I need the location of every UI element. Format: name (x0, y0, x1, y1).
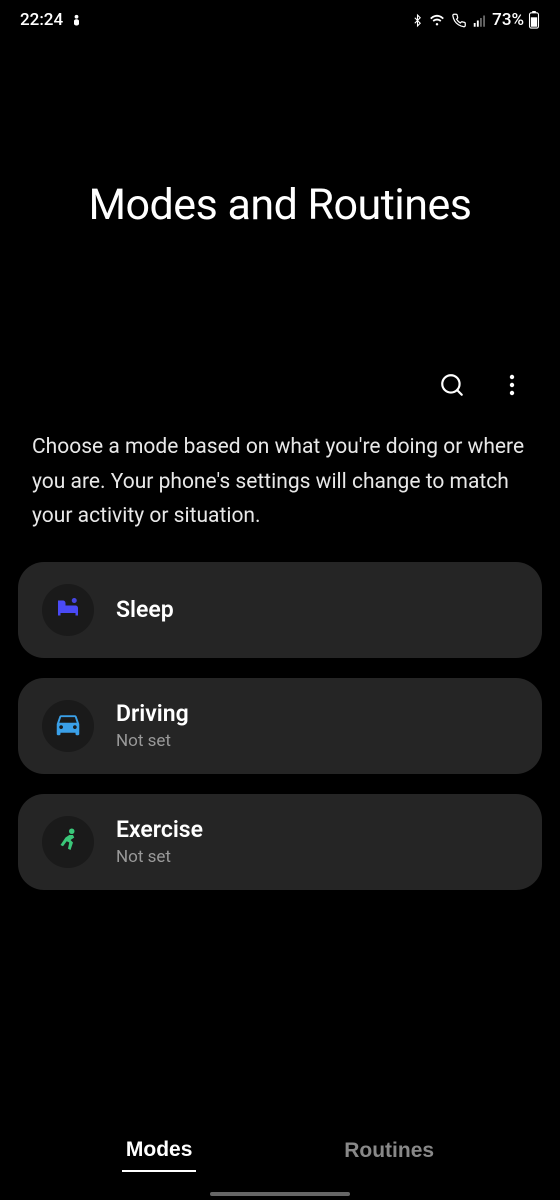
clock-time: 22:24 (20, 10, 63, 30)
tab-routines[interactable]: Routines (340, 1130, 438, 1172)
mode-subtitle: Not set (116, 847, 203, 867)
status-right: 73% (411, 10, 540, 30)
running-icon (53, 825, 83, 859)
action-bar (0, 230, 560, 402)
car-icon (53, 709, 83, 743)
mode-text: Sleep (116, 596, 174, 623)
page-title: Modes and Routines (40, 180, 520, 230)
mode-icon-wrap (42, 584, 94, 636)
battery-percentage: 73% (492, 10, 524, 30)
mode-subtitle: Not set (116, 731, 189, 751)
battery-icon (528, 11, 540, 29)
bed-icon (53, 593, 83, 627)
mode-card-exercise[interactable]: Exercise Not set (18, 794, 542, 890)
search-icon (439, 372, 465, 401)
mode-title: Driving (116, 700, 189, 727)
search-button[interactable] (436, 370, 468, 402)
bottom-nav: Modes Routines (0, 1130, 560, 1172)
home-indicator[interactable] (210, 1192, 350, 1196)
header: Modes and Routines (0, 40, 560, 230)
more-vertical-icon (509, 373, 515, 400)
volte-icon (450, 13, 468, 28)
bluetooth-icon (411, 13, 424, 28)
mode-icon-wrap (42, 700, 94, 752)
mode-list: Sleep Driving Not set Exercise Not set (0, 554, 560, 898)
status-bar: 22:24 73% (0, 0, 560, 40)
mode-text: Exercise Not set (116, 816, 203, 867)
mode-card-driving[interactable]: Driving Not set (18, 678, 542, 774)
description-text: Choose a mode based on what you're doing… (0, 402, 560, 554)
mode-title: Sleep (116, 596, 174, 623)
mode-title: Exercise (116, 816, 203, 843)
status-left: 22:24 (20, 10, 84, 30)
mode-icon-wrap (42, 816, 94, 868)
more-button[interactable] (496, 370, 528, 402)
mode-text: Driving Not set (116, 700, 189, 751)
person-icon (69, 13, 84, 28)
tab-modes[interactable]: Modes (122, 1130, 197, 1172)
mode-card-sleep[interactable]: Sleep (18, 562, 542, 658)
signal-icon (472, 13, 488, 28)
wifi-icon (428, 13, 446, 28)
